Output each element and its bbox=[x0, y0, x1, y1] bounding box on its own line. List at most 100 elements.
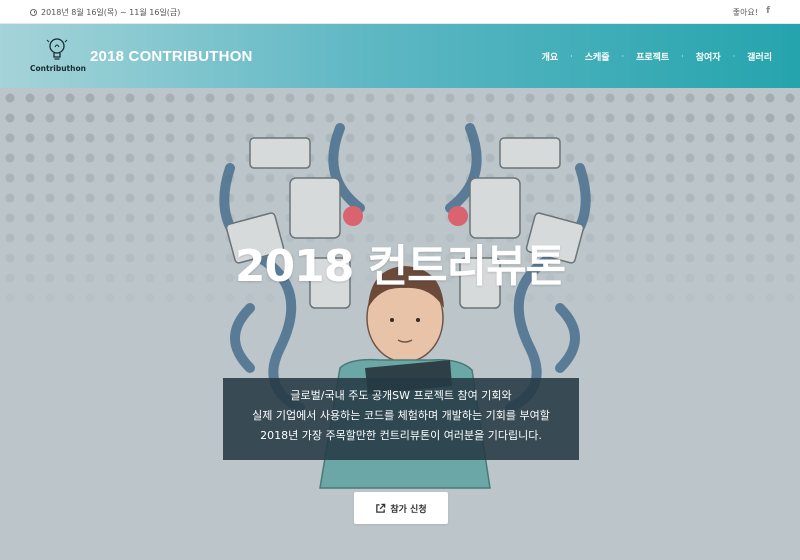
pattern-dot bbox=[625, 153, 635, 163]
pattern-dot bbox=[485, 93, 495, 103]
pattern-dot bbox=[365, 93, 375, 103]
pattern-dot bbox=[145, 213, 155, 223]
pattern-dot bbox=[5, 213, 15, 223]
pattern-dot bbox=[45, 173, 55, 183]
pattern-dot bbox=[5, 193, 15, 203]
pattern-dot bbox=[345, 93, 355, 103]
nav-separator: · bbox=[732, 52, 736, 61]
pattern-dot bbox=[785, 153, 795, 163]
event-date-text: 2018년 8월 16일(목) ~ 11월 16일(금) bbox=[41, 8, 181, 17]
pattern-dot bbox=[85, 113, 95, 123]
hero-section: 2018 컨트리뷰톤 글로벌/국내 주도 공개SW 프로젝트 참여 기회와 실제… bbox=[0, 88, 800, 560]
pattern-dot bbox=[5, 293, 15, 303]
pattern-dot bbox=[165, 93, 175, 103]
pattern-dot bbox=[785, 93, 795, 103]
lightbulb-icon bbox=[46, 38, 68, 60]
nav-item-projects[interactable]: 프로젝트 bbox=[636, 50, 669, 63]
pattern-dot bbox=[625, 293, 635, 303]
pattern-dot bbox=[125, 153, 135, 163]
description-line: 2018년 가장 주목할만한 컨트리뷰톤이 여러분을 기다립니다. bbox=[260, 429, 542, 442]
pattern-dot bbox=[5, 153, 15, 163]
pattern-dot bbox=[85, 293, 95, 303]
pattern-dot bbox=[65, 93, 75, 103]
pattern-dot bbox=[745, 293, 755, 303]
pattern-dot bbox=[85, 213, 95, 223]
pattern-dot bbox=[165, 193, 175, 203]
pattern-dot bbox=[725, 213, 735, 223]
pattern-dot bbox=[685, 153, 695, 163]
facebook-icon[interactable]: f bbox=[766, 6, 770, 16]
pattern-dot bbox=[705, 93, 715, 103]
pattern-dot bbox=[25, 113, 35, 123]
site-logo[interactable]: Contributhon bbox=[30, 36, 86, 76]
pattern-dot bbox=[285, 93, 295, 103]
pattern-dot bbox=[185, 93, 195, 103]
pattern-dot bbox=[585, 93, 595, 103]
pattern-dot bbox=[145, 293, 155, 303]
logo-text: Contributhon bbox=[30, 64, 86, 73]
pattern-dot bbox=[145, 173, 155, 183]
pattern-dot bbox=[45, 213, 55, 223]
pattern-dot bbox=[65, 153, 75, 163]
pattern-dot bbox=[405, 93, 415, 103]
nav-separator: · bbox=[681, 52, 684, 61]
pattern-dot bbox=[705, 153, 715, 163]
pattern-dot bbox=[725, 173, 735, 183]
pattern-dot bbox=[745, 153, 755, 163]
pattern-dot bbox=[705, 113, 715, 123]
pattern-dot bbox=[85, 133, 95, 143]
hero-title: 2018 컨트리뷰톤 bbox=[234, 241, 566, 292]
pattern-dot bbox=[25, 213, 35, 223]
pattern-dot bbox=[145, 133, 155, 143]
pattern-dot bbox=[105, 153, 115, 163]
pattern-dot bbox=[245, 93, 255, 103]
pattern-dot bbox=[105, 173, 115, 183]
pattern-dot bbox=[65, 193, 75, 203]
like-link[interactable]: 좋아요! bbox=[733, 7, 758, 18]
pattern-dot bbox=[125, 293, 135, 303]
pattern-dot bbox=[685, 293, 695, 303]
top-bar: 2018년 8월 16일(목) ~ 11월 16일(금) 좋아요! f bbox=[0, 0, 800, 24]
pattern-dot bbox=[125, 133, 135, 143]
nav-item-overview[interactable]: 개요 bbox=[542, 50, 559, 63]
pattern-dot bbox=[645, 213, 655, 223]
pattern-dot bbox=[45, 93, 55, 103]
pattern-dot bbox=[745, 113, 755, 123]
pattern-dot bbox=[765, 113, 775, 123]
pattern-dot bbox=[645, 93, 655, 103]
pattern-dot bbox=[645, 173, 655, 183]
hero-description: 글로벌/국내 주도 공개SW 프로젝트 참여 기회와 실제 기업에서 사용하는 … bbox=[223, 378, 579, 460]
pattern-dot bbox=[165, 173, 175, 183]
pattern-dot bbox=[65, 133, 75, 143]
nav-item-gallery[interactable]: 갤러리 bbox=[747, 50, 772, 63]
nav-item-participants[interactable]: 참여자 bbox=[696, 50, 721, 63]
pattern-dot bbox=[625, 173, 635, 183]
apply-button[interactable]: 참가 신청 bbox=[354, 492, 448, 524]
pattern-dot bbox=[665, 193, 675, 203]
pattern-dot bbox=[725, 293, 735, 303]
apply-button-label: 참가 신청 bbox=[390, 504, 427, 515]
pattern-dot bbox=[665, 293, 675, 303]
pattern-dot bbox=[745, 133, 755, 143]
pattern-dot bbox=[725, 93, 735, 103]
pattern-dot bbox=[545, 93, 555, 103]
pattern-dot bbox=[105, 213, 115, 223]
event-date: 2018년 8월 16일(목) ~ 11월 16일(금) bbox=[30, 7, 180, 18]
nav-separator: · bbox=[621, 52, 625, 61]
pattern-dot bbox=[385, 93, 395, 103]
pattern-dot bbox=[465, 93, 475, 103]
pattern-dot bbox=[45, 293, 55, 303]
pattern-dot bbox=[85, 173, 95, 183]
pattern-dot bbox=[105, 293, 115, 303]
site-title[interactable]: 2018 CONTRIBUTHON bbox=[90, 48, 253, 65]
pattern-dot bbox=[265, 93, 275, 103]
nav-item-schedule[interactable]: 스케줄 bbox=[585, 50, 610, 63]
pattern-dot bbox=[665, 133, 675, 143]
pattern-dot bbox=[45, 113, 55, 123]
pattern-dot bbox=[125, 93, 135, 103]
pattern-dot bbox=[145, 153, 155, 163]
pattern-dot bbox=[745, 93, 755, 103]
pattern-dot bbox=[765, 133, 775, 143]
pattern-dot bbox=[625, 113, 635, 123]
pattern-dot bbox=[65, 173, 75, 183]
